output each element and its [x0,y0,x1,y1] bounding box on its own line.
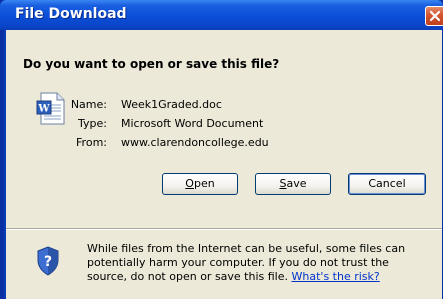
open-button[interactable]: Open [162,173,238,195]
save-button[interactable]: Save [255,173,331,195]
dialog-title: File Download [15,6,127,22]
type-label: Type: [78,117,107,130]
title-bar[interactable]: File Download [0,0,443,30]
open-label: pen [193,177,215,190]
file-type: Microsoft Word Document [121,117,264,130]
dialog-body: Do you want to open or save this file? W… [4,30,442,299]
close-icon [429,10,441,22]
save-label: ave [286,177,307,190]
security-warning: While files from the Internet can be use… [87,242,432,284]
name-label: Name: [70,98,107,111]
close-button[interactable] [425,6,443,26]
file-name: Week1Graded.doc [121,98,222,111]
cancel-button[interactable]: Cancel [348,173,426,195]
whats-the-risk-link[interactable]: What's the risk? [292,270,380,283]
file-source: www.clarendoncollege.edu [121,136,269,149]
open-mnemonic: O [185,177,194,190]
cancel-label: Cancel [368,177,406,190]
shield-icon: ? [36,246,60,280]
divider [6,228,442,230]
dialog-question: Do you want to open or save this file? [23,57,280,71]
file-download-dialog: File Download Do you want to open or sav… [0,0,443,299]
from-label: From: [76,136,107,149]
svg-text:?: ? [44,254,52,270]
